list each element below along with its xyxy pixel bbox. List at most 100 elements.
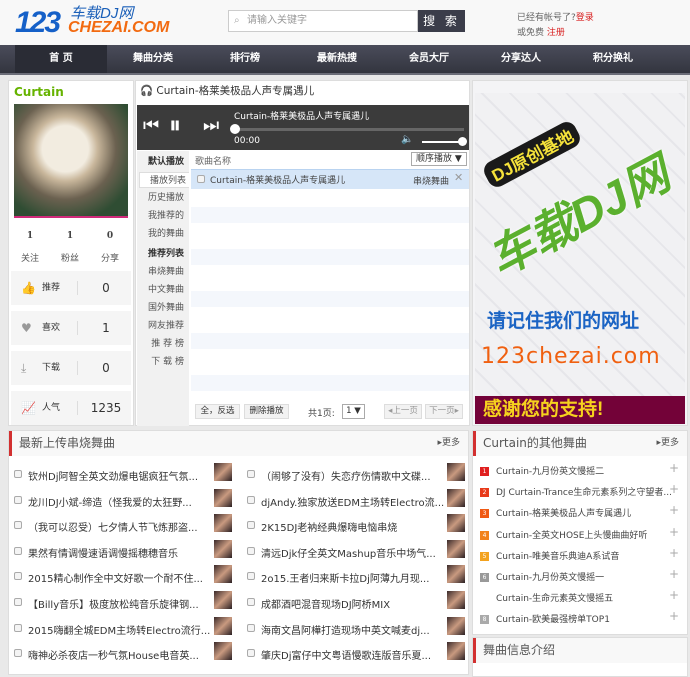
song-thumbnail[interactable]	[447, 642, 465, 661]
nav-item[interactable]: 积分换礼	[567, 45, 659, 73]
more-label[interactable]: 更多	[661, 438, 679, 448]
playlist-tab[interactable]: 下 载 榜	[137, 354, 187, 370]
song-link[interactable]: 果然有情调慢速语调慢摇穗穗音乐	[28, 545, 178, 560]
other-song-title[interactable]: Curtain-唯美音乐典迪A系试音	[496, 552, 619, 562]
song-link[interactable]: 海南文昌阿樺打造现场中英文喊麦dj...	[261, 622, 430, 637]
search-button[interactable]: 搜 索	[418, 10, 465, 32]
playlist-tab[interactable]: 推 荐 榜	[137, 336, 187, 352]
song-thumbnail[interactable]	[214, 514, 232, 533]
ad-banner[interactable]: DJ原创基地 车载DJ网 请记住我们的网址 123chezai.com 感谢您的…	[472, 80, 688, 426]
row-checkbox[interactable]	[197, 175, 205, 183]
add-icon[interactable]: +	[669, 588, 679, 602]
song-checkbox[interactable]	[247, 546, 255, 555]
next-icon[interactable]: ⏭	[203, 115, 219, 136]
page-select[interactable]: 1 ▼	[342, 404, 365, 419]
stat-row[interactable]: ♥ 喜欢 1	[11, 311, 131, 345]
song-thumbnail[interactable]	[214, 539, 232, 558]
song-thumbnail[interactable]	[214, 463, 232, 481]
user-name[interactable]: Curtain	[14, 85, 64, 99]
other-song-title[interactable]: Curtain-生命元素英文慢摇五	[496, 594, 613, 604]
song-link[interactable]: 2015精心制作全中文好歌一个耐不住...	[28, 570, 203, 585]
song-link[interactable]: 钦州Dj阿智全英文劲爆电锯疯狂气氛...	[28, 468, 198, 483]
add-icon[interactable]: +	[669, 525, 679, 539]
song-checkbox[interactable]	[247, 495, 255, 504]
other-song-title[interactable]: DJ Curtain-Trance生命元素系列之守望者...	[496, 488, 672, 498]
previous-icon[interactable]: ⏮	[143, 115, 159, 136]
nav-item[interactable]: 分享达人	[475, 45, 567, 73]
song-checkbox[interactable]	[247, 649, 255, 658]
song-checkbox[interactable]	[14, 623, 22, 632]
playlist-tab[interactable]: 播放列表	[139, 172, 189, 188]
stat-label[interactable]: 粉丝	[50, 251, 90, 264]
stat-label[interactable]: 关注	[10, 251, 50, 264]
song-link[interactable]: 清远Djk仔全英文Mashup音乐中场气...	[261, 545, 436, 560]
select-all-button[interactable]: 全，反选	[195, 404, 240, 419]
other-song-title[interactable]: Curtain-全英文HOSE上头慢曲曲好听	[496, 531, 647, 541]
song-checkbox[interactable]	[14, 521, 22, 530]
other-song-item[interactable]: 6 Curtain-九月份英文慢摇一	[480, 570, 604, 583]
song-thumbnail[interactable]	[214, 642, 232, 661]
stat-row[interactable]: ⤓ 下载 0	[11, 351, 131, 385]
song-checkbox[interactable]	[247, 598, 255, 606]
play-mode-select[interactable]: 顺序播放 ▼	[411, 152, 467, 166]
volume-slider[interactable]	[422, 137, 467, 146]
song-thumbnail[interactable]	[447, 616, 465, 635]
more-label[interactable]: 更多	[442, 438, 460, 448]
song-link[interactable]: （闹够了没有）失恋疗伤情歌中文碟...	[261, 468, 431, 483]
song-link[interactable]: 龙川DJ小斌-缔造（怪我爱的太狂野...	[28, 494, 192, 509]
song-thumbnail[interactable]	[214, 616, 232, 635]
song-link[interactable]: 嗨神必杀夜店一秒气氛House电音英...	[28, 647, 199, 662]
site-logo[interactable]: 123 车载DJ网 CHEZAI.COM	[15, 2, 169, 42]
prev-page-button[interactable]: ◂上一页	[384, 404, 422, 419]
song-link[interactable]: 【Billy音乐】极度放松纯音乐旋律钢...	[28, 596, 199, 611]
playlist-row[interactable]: Curtain-格莱美极品人声专属遇儿 串烧舞曲 ✕	[191, 169, 469, 189]
nav-item[interactable]: 最新热搜	[291, 45, 383, 73]
other-song-item[interactable]: 1 Curtain-九月份英文慢摇二	[480, 464, 604, 477]
playlist-tab[interactable]: 我推荐的	[137, 208, 187, 224]
other-song-title[interactable]: Curtain-九月份英文慢摇二	[496, 467, 604, 477]
login-link[interactable]: 登录	[576, 13, 594, 23]
playlist-tab[interactable]: 我的舞曲	[137, 226, 187, 242]
nav-item[interactable]: 首 页	[15, 45, 107, 73]
other-song-item[interactable]: Curtain-生命元素英文慢摇五	[480, 591, 613, 604]
song-link[interactable]: 2o15.王者归来斯卡拉Dj阿薄九月现...	[261, 570, 429, 585]
song-link[interactable]: 2K15DJ老衲经典爆嗨电恼串烧	[261, 519, 397, 534]
progress-slider[interactable]	[230, 124, 464, 134]
song-link[interactable]: （我可以忍受）七夕情人节飞炼那盗...	[28, 519, 198, 534]
song-link[interactable]: 2015嗨翻全城EDM主场转Electro流行...	[28, 622, 210, 637]
more-link[interactable]: ▸更多	[437, 431, 460, 456]
song-checkbox[interactable]	[14, 598, 22, 606]
song-checkbox[interactable]	[14, 546, 22, 555]
pause-icon[interactable]: ⏸	[169, 111, 181, 139]
other-song-title[interactable]: Curtain-欧美最强榜单TOP1	[496, 615, 610, 625]
song-checkbox[interactable]	[247, 521, 255, 530]
song-thumbnail[interactable]	[447, 514, 465, 533]
stat-row[interactable]: 👍 推荐 0	[11, 271, 131, 305]
song-thumbnail[interactable]	[447, 539, 465, 558]
register-link[interactable]: 注册	[547, 28, 565, 38]
add-icon[interactable]: +	[669, 546, 679, 560]
song-checkbox[interactable]	[247, 470, 255, 478]
other-song-item[interactable]: 8 Curtain-欧美最强榜单TOP1	[480, 612, 610, 625]
other-song-item[interactable]: 2 DJ Curtain-Trance生命元素系列之守望者...	[480, 485, 672, 498]
next-page-button[interactable]: 下一页▸	[425, 404, 463, 419]
song-thumbnail[interactable]	[447, 591, 465, 609]
song-link[interactable]: 肇庆Dj富仔中文粤语慢歌连版音乐夏...	[261, 647, 431, 662]
song-thumbnail[interactable]	[214, 591, 232, 609]
search-input[interactable]: ⌕ 请输入关键字	[228, 10, 418, 32]
add-icon[interactable]: +	[669, 567, 679, 581]
add-icon[interactable]: +	[669, 461, 679, 475]
other-song-item[interactable]: 4 Curtain-全英文HOSE上头慢曲曲好听	[480, 528, 647, 541]
add-icon[interactable]: +	[669, 609, 679, 623]
song-link[interactable]: djAndy.独家放送EDM主场转Electro流...	[261, 494, 444, 509]
song-thumbnail[interactable]	[447, 488, 465, 507]
nav-item[interactable]: 排行榜	[199, 45, 291, 73]
song-thumbnail[interactable]	[447, 463, 465, 481]
song-checkbox[interactable]	[247, 623, 255, 632]
song-link[interactable]: 成都酒吧混音现场DJ阿桥MIX	[261, 596, 390, 611]
playlist-tab[interactable]: 国外舞曲	[137, 300, 187, 316]
delete-button[interactable]: 删除播放	[244, 404, 289, 419]
song-thumbnail[interactable]	[447, 565, 465, 584]
stat-label[interactable]: 分享	[90, 251, 130, 264]
song-checkbox[interactable]	[14, 649, 22, 658]
